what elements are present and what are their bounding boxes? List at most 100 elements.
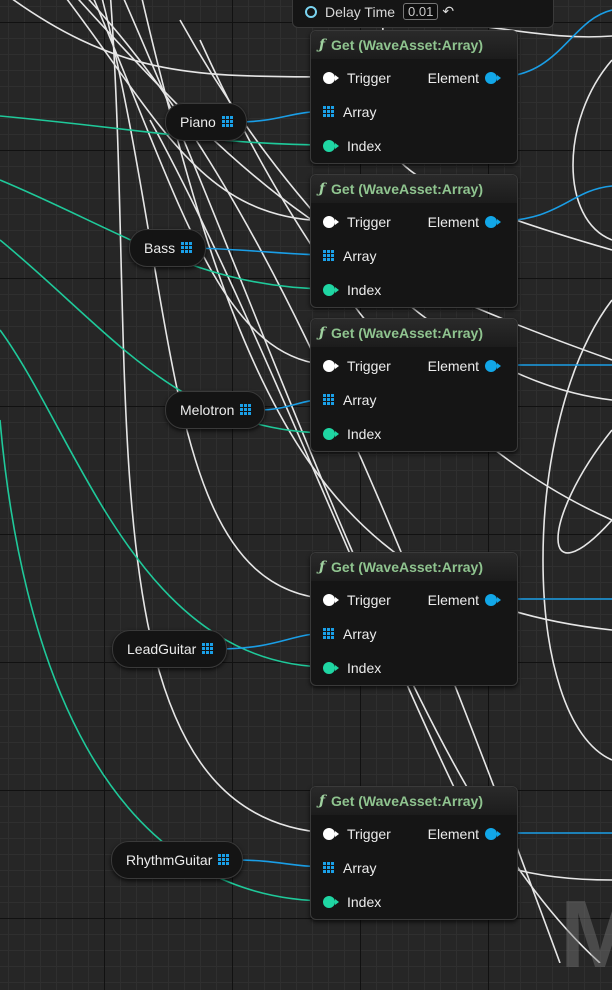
function-icon: ƒ <box>319 325 326 341</box>
object-pin-icon[interactable] <box>485 215 501 229</box>
node-header: ƒ Get (WaveAsset:Array) <box>311 553 517 581</box>
get-wave-asset-node-4[interactable]: ƒ Get (WaveAsset:Array) Trigger Element … <box>310 552 518 686</box>
delay-time-row: Delay Time 0.01 ↶ <box>305 3 454 20</box>
array-label: Array <box>343 392 377 408</box>
element-label: Element <box>427 70 479 86</box>
exec-wire <box>93 0 331 366</box>
node-header: ƒ Get (WaveAsset:Array) <box>311 31 517 59</box>
object-pin-icon[interactable] <box>485 359 501 373</box>
array-variable-icon[interactable] <box>221 116 234 128</box>
element-label: Element <box>427 214 479 230</box>
node-header: ƒ Get (WaveAsset:Array) <box>311 319 517 347</box>
int-pin-icon[interactable] <box>323 139 339 153</box>
node-title: Get (WaveAsset:Array) <box>331 793 484 809</box>
exec-pin-icon[interactable] <box>323 71 339 85</box>
trigger-label: Trigger <box>347 214 391 230</box>
function-icon: ƒ <box>319 37 326 53</box>
element-pin-row[interactable]: Element <box>428 68 501 88</box>
trigger-pin-row[interactable]: Trigger <box>323 68 391 88</box>
trigger-pin-row[interactable]: Trigger <box>323 824 391 844</box>
node-title: Get (WaveAsset:Array) <box>331 559 484 575</box>
index-pin-row[interactable]: Index <box>323 136 381 156</box>
get-wave-asset-node-3[interactable]: ƒ Get (WaveAsset:Array) Trigger Element … <box>310 318 518 452</box>
index-label: Index <box>347 282 382 298</box>
object-pin-icon[interactable] <box>485 71 501 85</box>
exec-pin-icon[interactable] <box>323 593 339 607</box>
element-label: Element <box>427 826 479 842</box>
get-wave-asset-node-5[interactable]: ƒ Get (WaveAsset:Array) Trigger Element … <box>310 786 518 920</box>
variable-label: Melotron <box>180 402 235 418</box>
function-icon: ƒ <box>319 559 326 575</box>
element-pin-row[interactable]: Element <box>428 824 501 844</box>
exec-wire <box>557 429 612 554</box>
variable-label: RhythmGuitar <box>126 852 213 868</box>
variable-bass[interactable]: Bass <box>129 229 207 267</box>
array-pin-row[interactable]: Array <box>323 390 376 410</box>
trigger-pin-row[interactable]: Trigger <box>323 356 391 376</box>
exec-wire <box>572 59 612 241</box>
array-variable-icon[interactable] <box>181 242 193 254</box>
array-pin-icon[interactable] <box>323 628 335 640</box>
index-label: Index <box>347 660 382 676</box>
reset-icon[interactable]: ↶ <box>442 3 454 20</box>
array-pin-icon[interactable] <box>323 250 335 262</box>
int-pin-icon[interactable] <box>323 427 339 441</box>
exec-pin-icon[interactable] <box>323 827 339 841</box>
trigger-pin-row[interactable]: Trigger <box>323 212 391 232</box>
array-pin-icon[interactable] <box>323 106 335 118</box>
int-pin-icon[interactable] <box>323 283 339 297</box>
array-pin-row[interactable]: Array <box>323 102 376 122</box>
array-label: Array <box>343 248 377 264</box>
array-variable-icon[interactable] <box>202 643 214 655</box>
array-pin-row[interactable]: Array <box>323 858 376 878</box>
trigger-label: Trigger <box>347 358 391 374</box>
exec-pin-icon[interactable] <box>323 215 339 229</box>
index-pin-row[interactable]: Index <box>323 280 381 300</box>
array-variable-icon[interactable] <box>240 404 252 416</box>
object-pin-icon[interactable] <box>485 593 501 607</box>
index-pin-row[interactable]: Index <box>323 892 381 912</box>
variable-label: Piano <box>180 114 216 130</box>
trigger-pin-row[interactable]: Trigger <box>323 590 391 610</box>
array-pin-icon[interactable] <box>323 394 335 406</box>
object-pin-icon[interactable] <box>485 827 501 841</box>
index-label: Index <box>347 426 382 442</box>
element-pin-row[interactable]: Element <box>428 212 501 232</box>
time-pin-icon[interactable] <box>305 5 317 18</box>
index-label: Index <box>347 138 382 154</box>
array-variable-icon[interactable] <box>218 854 230 866</box>
variable-rhythmguitar[interactable]: RhythmGuitar <box>111 841 244 879</box>
function-icon: ƒ <box>319 793 326 809</box>
node-header: ƒ Get (WaveAsset:Array) <box>311 175 517 203</box>
variable-piano[interactable]: Piano <box>165 103 247 141</box>
exec-pin-icon[interactable] <box>323 359 339 373</box>
node-title: Get (WaveAsset:Array) <box>331 325 484 341</box>
delay-node[interactable]: Delay Time 0.01 ↶ <box>292 0 554 28</box>
exec-wire <box>101 0 331 600</box>
array-label: Array <box>343 104 377 120</box>
delay-time-label: Delay Time <box>325 3 396 20</box>
variable-leadguitar[interactable]: LeadGuitar <box>112 630 228 668</box>
array-pin-icon[interactable] <box>323 862 335 874</box>
array-pin-row[interactable]: Array <box>323 624 376 644</box>
node-header: ƒ Get (WaveAsset:Array) <box>311 787 517 815</box>
int-pin-icon[interactable] <box>323 895 339 909</box>
variable-label: LeadGuitar <box>127 641 197 657</box>
array-label: Array <box>343 626 377 642</box>
array-pin-row[interactable]: Array <box>323 246 376 266</box>
index-pin-row[interactable]: Index <box>323 424 381 444</box>
element-label: Element <box>427 592 479 608</box>
function-icon: ƒ <box>319 181 326 197</box>
int-pin-icon[interactable] <box>323 661 339 675</box>
index-pin-row[interactable]: Index <box>323 658 381 678</box>
wire-layer <box>0 0 612 963</box>
element-pin-row[interactable]: Element <box>428 356 501 376</box>
get-wave-asset-node-1[interactable]: ƒ Get (WaveAsset:Array) Trigger Element … <box>310 30 518 164</box>
element-pin-row[interactable]: Element <box>428 590 501 610</box>
variable-melotron[interactable]: Melotron <box>165 391 266 429</box>
get-wave-asset-node-2[interactable]: ƒ Get (WaveAsset:Array) Trigger Element … <box>310 174 518 308</box>
trigger-label: Trigger <box>347 592 391 608</box>
trigger-label: Trigger <box>347 826 391 842</box>
node-title: Get (WaveAsset:Array) <box>331 181 484 197</box>
delay-time-input[interactable]: 0.01 <box>403 3 439 20</box>
